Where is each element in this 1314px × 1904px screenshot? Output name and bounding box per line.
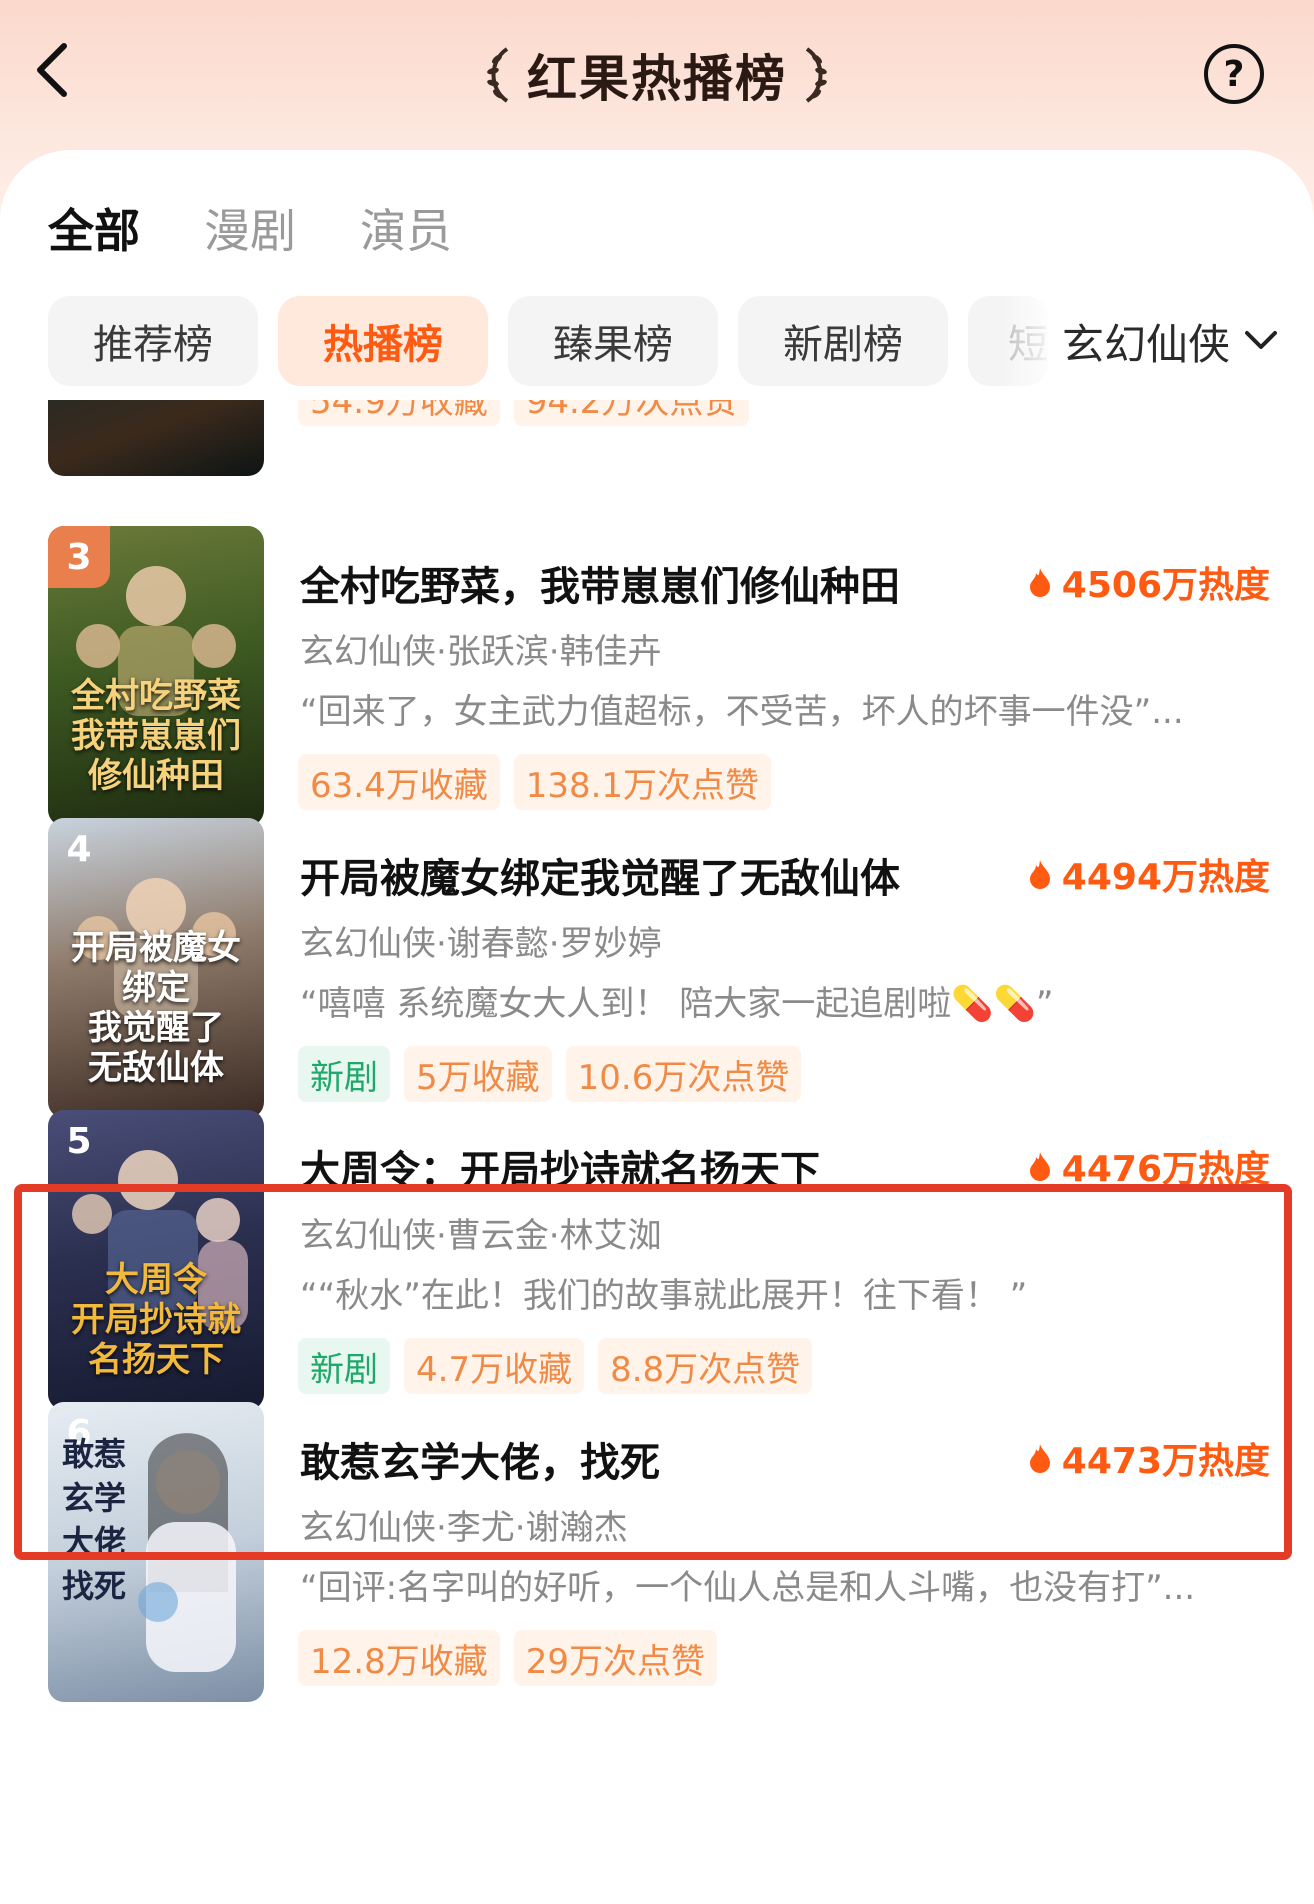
drama-meta: 玄幻仙侠·张跃滨·韩佳卉 [300, 632, 662, 672]
drama-title: 敢惹玄学大佬，找死 [300, 1440, 660, 1486]
list-item[interactable]: 4 开局被魔女绑定 我觉醒了 无敌仙体 开局被魔女绑定我觉醒了无敌仙体 4494万热… [0, 818, 1314, 1128]
chevron-down-icon [1245, 331, 1278, 349]
tab-all[interactable]: 全部 [48, 195, 140, 261]
favorites-tag: 12.8万收藏 [298, 1630, 500, 1686]
heat-indicator: 4494万热度 [1028, 848, 1270, 900]
laurel-right-icon [805, 47, 827, 103]
genre-label: 玄幻仙侠 [1062, 319, 1231, 369]
ranking-chips: 推荐榜 热播榜 臻果榜 新剧榜 短 [48, 296, 1048, 386]
favorites-tag: 4.7万收藏 [404, 1338, 585, 1394]
poster-image: 4 开局被魔女绑定 我觉醒了 无敌仙体 [48, 818, 264, 1118]
tag-row: 新剧 5万收藏 10.6万次点赞 [298, 1046, 802, 1102]
likes-tag: 8.8万次点赞 [598, 1338, 813, 1394]
likes-tag: 138.1万次点赞 [513, 754, 772, 810]
genre-dropdown[interactable]: 玄幻仙侠 [1062, 296, 1278, 386]
chip-hot[interactable]: 热播榜 [278, 296, 488, 386]
poster-image: 5 大周令 开局抄诗就 名扬天下 [48, 1110, 264, 1410]
likes-tag: 29万次点赞 [513, 1630, 717, 1686]
rank-badge: 3 [48, 526, 110, 588]
poster-title: 敢惹 玄学 大佬 找死 [61, 1435, 126, 1605]
chip-fade [1000, 296, 1060, 386]
likes-tag: 94.2万次点赞 [513, 400, 750, 426]
header: 红果热播榜 ? [0, 0, 1314, 150]
list-item[interactable]: 6 敢惹 玄学 大佬 找死 敢惹玄学大佬，找死 4473万热度 玄幻仙侠·李尤·谢瀚杰… [0, 1402, 1314, 1712]
likes-tag: 10.6万次点赞 [565, 1046, 802, 1102]
drama-quote: ““秋水”在此！我们的故事就此展开！往下看！ ” [300, 1276, 1028, 1316]
list-item[interactable]: 3 全村吃野菜 我带崽崽们 修仙种田 全村吃野菜，我带崽崽们修仙种田 4506万热度… [0, 526, 1314, 836]
help-icon[interactable]: ? [1204, 44, 1264, 104]
drama-quote: “嘻嘻 系统魔女大人到！ 陪大家一起追剧啦💊💊” [300, 984, 1054, 1024]
rank-badge: 4 [66, 828, 92, 870]
drama-quote: “回评:名字叫的好听，一个仙人总是和人斗嘴，也没有打”... [300, 1568, 1196, 1608]
favorites-tag: 54.9万收藏 [298, 400, 500, 426]
favorites-tag: 63.4万收藏 [298, 754, 500, 810]
flame-icon [1029, 568, 1050, 597]
flame-icon [1029, 1444, 1050, 1473]
drama-meta: 玄幻仙侠·李尤·谢瀚杰 [300, 1508, 628, 1548]
ranking-list: 54.9万收藏 94.2万次点赞 3 全村吃野菜 我带崽崽们 修仙种田 全村吃野菜，… [0, 400, 1314, 1904]
favorites-tag: 5万收藏 [404, 1046, 552, 1102]
drama-meta: 玄幻仙侠·谢春懿·罗妙婷 [300, 924, 662, 964]
flame-icon [1029, 1152, 1050, 1181]
poster-image [48, 400, 264, 476]
heat-indicator: 4506万热度 [1028, 556, 1270, 608]
poster-image: 6 敢惹 玄学 大佬 找死 [48, 1402, 264, 1702]
new-drama-tag: 新剧 [298, 1338, 390, 1394]
page-title: 红果热播榜 [527, 50, 787, 108]
flame-icon [1029, 860, 1050, 889]
chip-recommend[interactable]: 推荐榜 [48, 296, 258, 386]
tag-row: 54.9万收藏 94.2万次点赞 [298, 400, 750, 426]
heat-value: 4506万热度 [1061, 565, 1270, 606]
poster-image: 3 全村吃野菜 我带崽崽们 修仙种田 [48, 526, 264, 826]
heat-indicator: 4476万热度 [1028, 1140, 1270, 1192]
chip-new[interactable]: 新剧榜 [738, 296, 948, 386]
heat-value: 4476万热度 [1061, 1149, 1270, 1190]
category-tabs: 全部 漫剧 演员 [48, 198, 452, 258]
poster-title: 全村吃野菜 我带崽崽们 修仙种田 [71, 676, 241, 796]
tag-row: 新剧 4.7万收藏 8.8万次点赞 [298, 1338, 813, 1394]
list-item[interactable]: 5 大周令 开局抄诗就 名扬天下 大周令：开局抄诗就名扬天下 4476万热度 玄幻仙… [0, 1110, 1314, 1420]
tab-actors[interactable]: 演员 [360, 195, 452, 261]
poster-title: 大周令 开局抄诗就 名扬天下 [71, 1260, 241, 1380]
drama-meta: 玄幻仙侠·曹云金·林艾洳 [300, 1216, 662, 1256]
tab-short-drama[interactable]: 漫剧 [204, 195, 296, 261]
drama-title: 大周令：开局抄诗就名扬天下 [300, 1148, 820, 1194]
drama-title: 开局被魔女绑定我觉醒了无敌仙体 [300, 856, 900, 902]
chip-premium[interactable]: 臻果榜 [508, 296, 718, 386]
heat-value: 4494万热度 [1061, 857, 1270, 898]
drama-quote: “回来了，女主武力值超标，不受苦，坏人的坏事一件没”... [300, 692, 1184, 732]
tag-row: 12.8万收藏 29万次点赞 [298, 1630, 717, 1686]
heat-value: 4473万热度 [1061, 1441, 1270, 1482]
tag-row: 63.4万收藏 138.1万次点赞 [298, 754, 772, 810]
poster-title: 开局被魔女绑定 我觉醒了 无敌仙体 [71, 928, 241, 1088]
new-drama-tag: 新剧 [298, 1046, 390, 1102]
page-title-wrap: 红果热播榜 [0, 40, 1314, 110]
drama-title: 全村吃野菜，我带崽崽们修仙种田 [300, 564, 900, 610]
rank-badge: 5 [66, 1120, 92, 1162]
laurel-left-icon [487, 47, 509, 103]
heat-indicator: 4473万热度 [1028, 1432, 1270, 1484]
